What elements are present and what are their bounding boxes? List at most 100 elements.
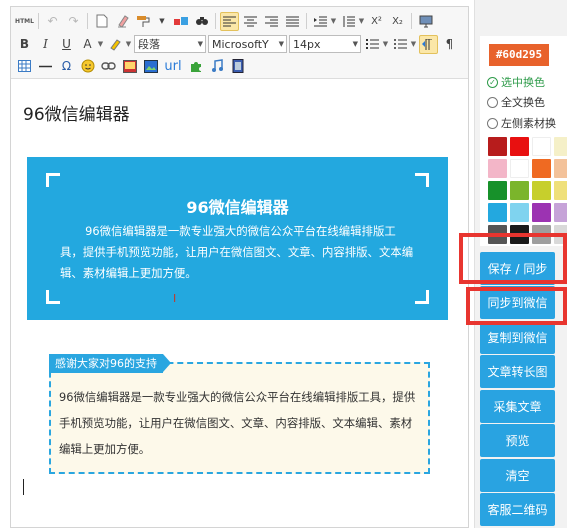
table-icon[interactable] <box>15 57 34 76</box>
radio-option-full-recolor[interactable]: 全文换色 <box>487 94 545 110</box>
color-swatch[interactable] <box>510 181 529 200</box>
auto-format-icon[interactable] <box>171 12 190 31</box>
paragraph-mark-button[interactable]: ¶ <box>440 35 459 54</box>
video-icon[interactable] <box>228 57 247 76</box>
superscript-button[interactable]: X² <box>367 12 386 31</box>
corner-bracket <box>46 290 60 304</box>
text-caret <box>23 479 24 495</box>
copy-to-wechat-button[interactable]: 复制到微信 <box>480 321 555 354</box>
format-painter-icon[interactable] <box>134 12 153 31</box>
color-swatch[interactable] <box>554 203 567 222</box>
color-swatch[interactable] <box>488 203 507 222</box>
radio-label: 全文换色 <box>501 96 545 109</box>
new-document-icon[interactable] <box>92 12 111 31</box>
subscript-button[interactable]: X₂ <box>388 12 407 31</box>
color-swatch[interactable] <box>532 159 551 178</box>
card-body-text: 96微信编辑器是一款专业强大的微信公众平台在线编辑排版工具，提供手机预览功能，让… <box>60 224 414 280</box>
line-height-icon[interactable] <box>339 12 358 31</box>
radio-label: 左侧素材换 <box>501 117 556 130</box>
chevron-down-icon: ▼ <box>278 40 284 48</box>
image-icon[interactable] <box>120 57 139 76</box>
bold-button[interactable]: B <box>15 35 34 54</box>
editor-content[interactable]: 96微信编辑器 96微信编辑器 96微信编辑器是一款专业强大的微信公众平台在线编… <box>11 80 468 527</box>
preview-button[interactable]: 预览 <box>480 424 555 457</box>
link-icon[interactable] <box>99 57 118 76</box>
color-swatch[interactable] <box>532 181 551 200</box>
toolbar-divider <box>38 13 39 29</box>
clear-button[interactable]: 清空 <box>480 459 555 492</box>
chevron-down-icon[interactable]: ▼ <box>382 40 389 48</box>
undo-icon[interactable]: ↶ <box>43 12 62 31</box>
chevron-down-icon[interactable]: ▼ <box>330 17 337 25</box>
toolbar-divider <box>306 13 307 29</box>
multi-image-icon[interactable] <box>141 57 160 76</box>
customer-service-qrcode-button[interactable]: 客服二维码 <box>480 493 555 526</box>
indent-icon[interactable] <box>311 12 330 31</box>
color-hex-input[interactable]: #60d295 <box>489 44 549 66</box>
blue-title-card[interactable]: 96微信编辑器 96微信编辑器是一款专业强大的微信公众平台在线编辑排版工具，提供… <box>27 157 448 320</box>
color-swatch[interactable] <box>488 137 507 156</box>
color-swatch[interactable] <box>510 159 529 178</box>
color-swatch[interactable] <box>532 137 551 156</box>
underline-button[interactable]: U <box>57 35 76 54</box>
chevron-down-icon[interactable]: ▼ <box>125 40 132 48</box>
special-char-button[interactable]: Ω <box>57 57 76 76</box>
font-family-select-value: MicrosoftY <box>212 37 269 51</box>
puzzle-icon[interactable] <box>186 57 205 76</box>
radio-option-left-material[interactable]: 左侧素材换 <box>487 115 556 131</box>
align-right-icon[interactable] <box>262 12 281 31</box>
chevron-down-icon[interactable]: ▼ <box>97 40 104 48</box>
paragraph-select[interactable]: 段落 ▼ <box>134 35 206 53</box>
font-size-select[interactable]: 14px ▼ <box>289 35 361 53</box>
toolbar-row-3: Ω url <box>15 55 247 77</box>
highlight-box-save <box>459 233 567 284</box>
font-color-button[interactable]: A <box>78 35 97 54</box>
html-source-button[interactable]: HTML <box>15 12 34 31</box>
editor-toolbar: HTML ↶ ↷ ▼ ▼ ▼ X² X₂ B I U A ▼ ▼ 段落 ▼ Mi… <box>11 7 468 79</box>
insert-url-button[interactable]: url <box>162 57 184 76</box>
align-justify-icon[interactable] <box>283 12 302 31</box>
color-swatch[interactable] <box>488 181 507 200</box>
chevron-down-icon: ▼ <box>352 40 358 48</box>
chevron-down-icon[interactable]: ▼ <box>358 17 365 25</box>
toolbar-row-2: B I U A ▼ ▼ 段落 ▼ MicrosoftY ▼ 14px ▼ ▼ ▼ ¶ <box>15 33 459 55</box>
highlight-color-icon[interactable] <box>106 35 125 54</box>
align-center-icon[interactable] <box>241 12 260 31</box>
redo-icon[interactable]: ↷ <box>64 12 83 31</box>
chevron-down-icon[interactable]: ▼ <box>155 12 169 31</box>
paragraph-select-value: 段落 <box>138 38 160 51</box>
color-picker-panel: #60d295 ✓ 选中换色 全文换色 左侧素材换 <box>480 36 567 246</box>
direction-ltr-icon[interactable] <box>419 34 438 54</box>
quote-box-text: 96微信编辑器是一款专业强大的微信公众平台在线编辑排版工具，提供手机预览功能，让… <box>59 390 416 456</box>
unordered-list-icon[interactable] <box>391 35 410 54</box>
document-title: 96微信编辑器 <box>23 105 130 125</box>
italic-button[interactable]: I <box>36 35 55 54</box>
toolbar-divider <box>87 13 88 29</box>
corner-bracket <box>415 290 429 304</box>
preview-monitor-icon[interactable] <box>416 12 435 31</box>
font-family-select[interactable]: MicrosoftY ▼ <box>208 35 287 53</box>
clear-format-icon[interactable] <box>113 12 132 31</box>
quote-box-tag: 感谢大家对96的支持 <box>49 354 171 373</box>
emoji-icon[interactable] <box>78 57 97 76</box>
radio-option-selected-recolor[interactable]: ✓ 选中换色 <box>487 74 545 90</box>
chevron-down-icon[interactable]: ▼ <box>410 40 417 48</box>
radio-icon <box>487 117 498 129</box>
article-to-long-image-button[interactable]: 文章转长图 <box>480 355 555 388</box>
ordered-list-icon[interactable] <box>363 35 382 54</box>
color-swatch[interactable] <box>554 159 567 178</box>
color-swatch[interactable] <box>510 137 529 156</box>
collect-article-button[interactable]: 采集文章 <box>480 390 555 423</box>
color-swatch[interactable] <box>554 137 567 156</box>
color-swatch[interactable] <box>532 203 551 222</box>
color-swatch[interactable] <box>488 159 507 178</box>
horizontal-rule-icon[interactable] <box>36 57 55 76</box>
color-swatch[interactable] <box>554 181 567 200</box>
corner-bracket <box>46 173 60 187</box>
music-icon[interactable] <box>207 57 226 76</box>
find-replace-icon[interactable] <box>192 12 211 31</box>
color-swatch[interactable] <box>510 203 529 222</box>
radio-checked-icon: ✓ <box>487 76 498 88</box>
radio-icon <box>487 96 498 108</box>
align-left-icon[interactable] <box>220 11 239 31</box>
